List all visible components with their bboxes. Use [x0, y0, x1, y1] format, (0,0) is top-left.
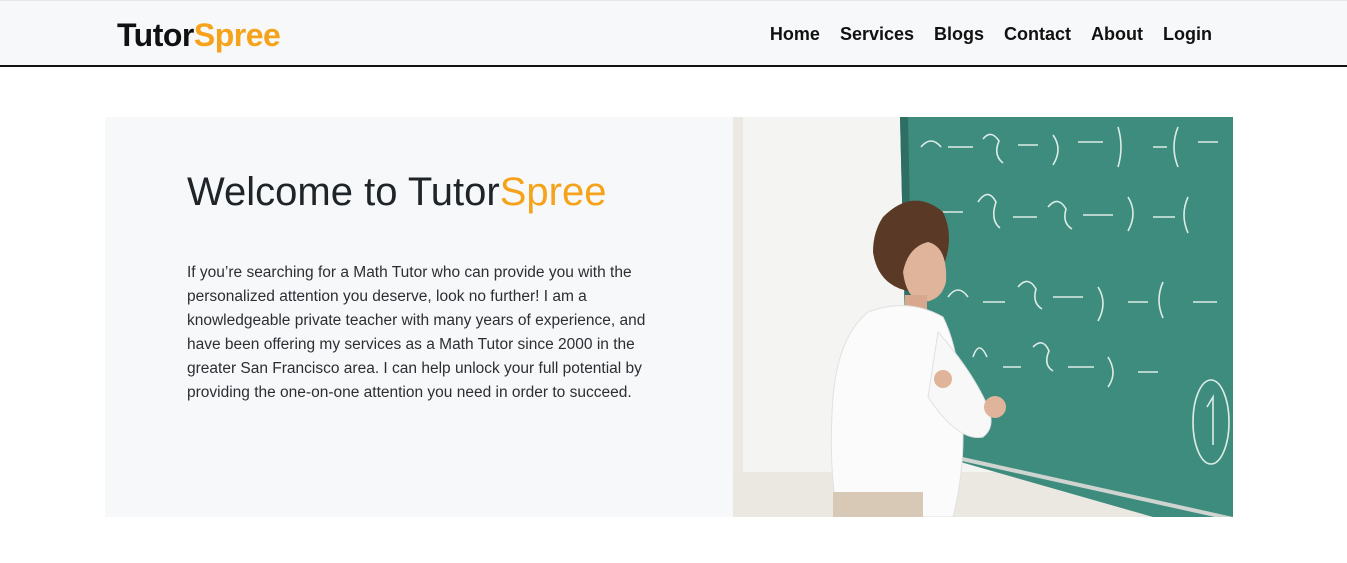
nav-contact-link[interactable]: Contact — [1004, 22, 1071, 46]
hero-paragraph: If you’re searching for a Math Tutor who… — [187, 264, 646, 401]
brand-name-part1: Tutor — [117, 17, 194, 53]
hero-section: Welcome to TutorSpree If you’re searchin… — [105, 117, 1233, 517]
brand-name-part2: Spree — [193, 17, 281, 53]
nav-about-link[interactable]: About — [1091, 22, 1143, 46]
hero-text-panel: Welcome to TutorSpree If you’re searchin… — [105, 117, 733, 517]
hero-title-accent: Spree — [499, 170, 607, 214]
top-navbar: TutorSpree Home Services Blogs Contact A… — [0, 0, 1347, 67]
nav-login-link[interactable]: Login — [1163, 22, 1212, 46]
hero-image-teacher-at-chalkboard — [733, 117, 1233, 517]
main-nav: Home Services Blogs Contact About Login — [770, 22, 1212, 46]
nav-home-link[interactable]: Home — [770, 22, 820, 46]
nav-services-link[interactable]: Services — [840, 22, 914, 46]
brand-logo[interactable]: TutorSpree — [117, 15, 281, 55]
hero-title: Welcome to TutorSpree — [187, 167, 606, 217]
teacher-chalkboard-illustration — [733, 117, 1233, 517]
nav-blogs-link[interactable]: Blogs — [934, 22, 984, 46]
hero-title-prefix: Welcome to Tutor — [187, 170, 500, 214]
